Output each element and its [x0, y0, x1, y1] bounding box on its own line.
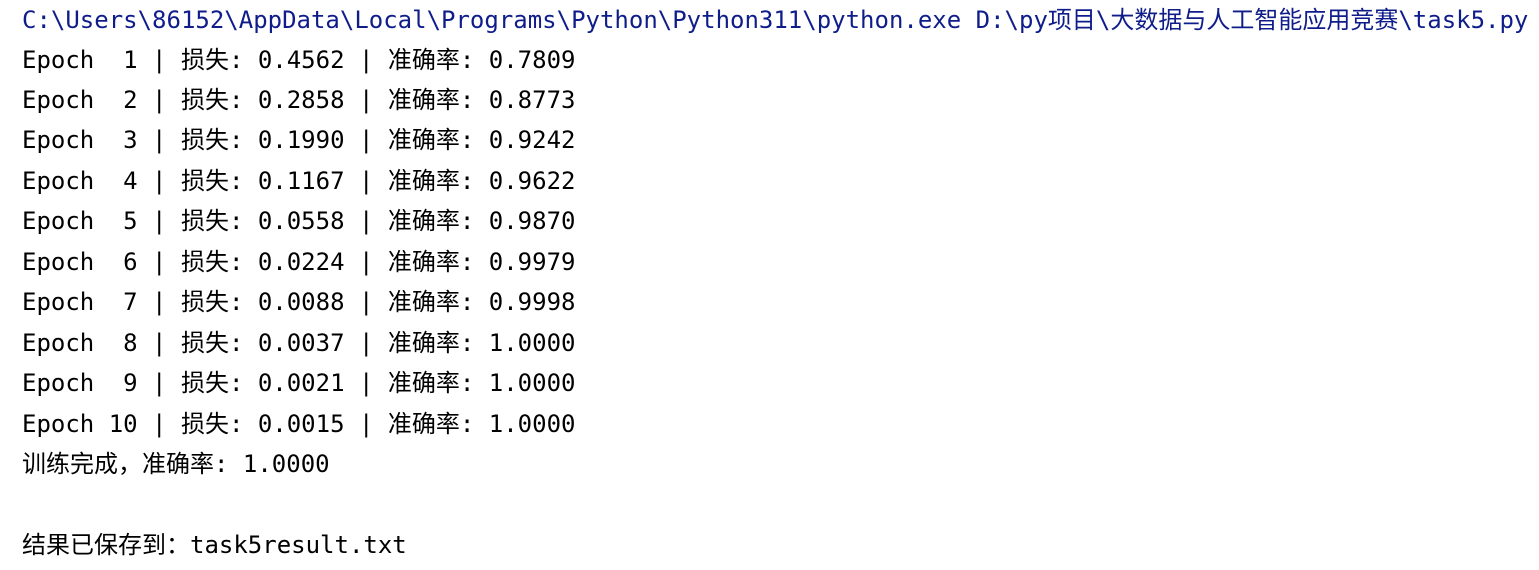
- epoch-line-4: Epoch 4 | 损失: 0.1167 | 准确率: 0.9622: [22, 167, 576, 195]
- training-summary: 训练完成，准确率: 1.0000: [22, 450, 330, 478]
- epoch-line-9: Epoch 9 | 损失: 0.0021 | 准确率: 1.0000: [22, 369, 576, 397]
- command-line: C:\Users\86152\AppData\Local\Programs\Py…: [22, 6, 1529, 34]
- epoch-line-6: Epoch 6 | 损失: 0.0224 | 准确率: 0.9979: [22, 248, 576, 276]
- epoch-line-3: Epoch 3 | 损失: 0.1990 | 准确率: 0.9242: [22, 126, 576, 154]
- epoch-line-5: Epoch 5 | 损失: 0.0558 | 准确率: 0.9870: [22, 207, 576, 235]
- saved-message: 结果已保存到：task5result.txt: [22, 531, 407, 559]
- console-output[interactable]: C:\Users\86152\AppData\Local\Programs\Py…: [0, 0, 1539, 570]
- epoch-line-8: Epoch 8 | 损失: 0.0037 | 准确率: 1.0000: [22, 329, 576, 357]
- epoch-line-1: Epoch 1 | 损失: 0.4562 | 准确率: 0.7809: [22, 46, 576, 74]
- epoch-line-2: Epoch 2 | 损失: 0.2858 | 准确率: 0.8773: [22, 86, 576, 114]
- epoch-line-10: Epoch 10 | 损失: 0.0015 | 准确率: 1.0000: [22, 410, 576, 438]
- epoch-line-7: Epoch 7 | 损失: 0.0088 | 准确率: 0.9998: [22, 288, 576, 316]
